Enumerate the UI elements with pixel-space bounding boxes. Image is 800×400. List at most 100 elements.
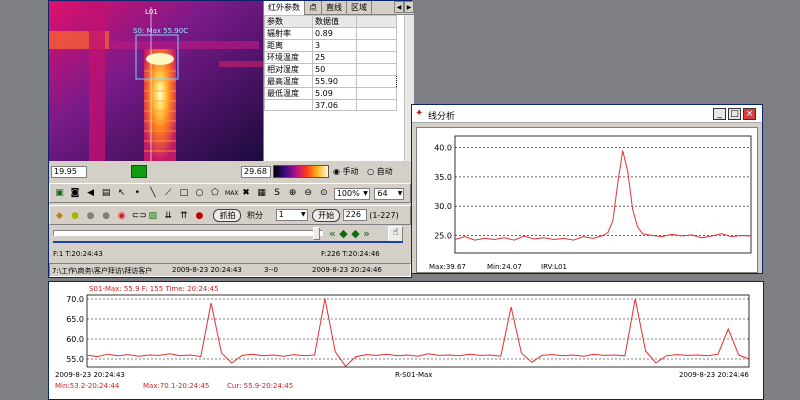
close-icon[interactable]: × xyxy=(743,108,756,120)
param-value[interactable]: 37.06 xyxy=(312,99,357,111)
chevron-down-icon: ▼ xyxy=(397,190,403,197)
palette-max-field[interactable]: 29.68 xyxy=(241,166,271,178)
stats-icon[interactable]: ▦ xyxy=(256,188,267,199)
table-row[interactable]: 37.06 xyxy=(264,99,397,111)
timeline-track[interactable] xyxy=(53,230,323,236)
zoom-value: 100% xyxy=(336,189,360,198)
fast-forward-icon[interactable]: » xyxy=(363,227,370,240)
zoom-in-icon[interactable]: ⊕ xyxy=(287,188,298,199)
integrate-select[interactable]: 1 ▼ xyxy=(275,209,308,221)
integrate-value: 1 xyxy=(278,210,284,219)
table-row[interactable]: 相对湿度 50 xyxy=(264,63,397,76)
params-panel: 红外参数 点 直线 区域 ◀ ▶ 参数 数据值 辐射率 0.89 距离 3 环境温度… xyxy=(263,1,414,161)
palette-min-field[interactable]: 19.95 xyxy=(51,166,87,178)
polyline-tool-icon[interactable]: ⟋ xyxy=(163,188,174,199)
sort-down-icon[interactable]: ⇊ xyxy=(163,211,174,222)
status-bar: 7:\工作\商务\客户拜访\拜访客户 2009-8-23 20:24:43 3-… xyxy=(49,263,411,277)
params-table: 参数 数据值 辐射率 0.89 距离 3 环境温度 25 相对湿度 50 最高温度 55.… xyxy=(264,15,397,111)
speaker-icon[interactable]: ◀ xyxy=(85,188,96,199)
tab-point[interactable]: 点 xyxy=(305,1,322,15)
table-row[interactable]: 最高温度 55.90 xyxy=(264,75,397,88)
tab-area[interactable]: 区域 xyxy=(347,1,372,15)
param-value[interactable]: 0.89 xyxy=(312,27,357,40)
tab-scroll-right-icon[interactable]: ▶ xyxy=(404,1,414,13)
stop-record-icon[interactable]: ● xyxy=(194,211,205,222)
palette-color-swatch[interactable] xyxy=(131,165,147,178)
tab-ir-params[interactable]: 红外参数 xyxy=(264,1,305,15)
play-icon[interactable]: ● xyxy=(101,211,112,222)
line-tool-icon[interactable]: ╲ xyxy=(147,188,158,199)
y-tick-label: 40.0 xyxy=(434,144,452,153)
open-image-icon[interactable]: ▣ xyxy=(54,188,65,199)
palette-gradient-bar[interactable] xyxy=(273,165,329,178)
radio-manual-label[interactable]: 手动 xyxy=(343,167,359,176)
maximize-icon[interactable]: □ xyxy=(728,108,741,120)
chart-icon[interactable]: ▤ xyxy=(101,188,112,199)
ellipse-tool-icon[interactable]: ○ xyxy=(194,188,205,199)
sort-up-icon[interactable]: ⇈ xyxy=(178,211,189,222)
zoom-out-icon[interactable]: ⊖ xyxy=(303,188,314,199)
depth-value: 64 xyxy=(377,189,388,198)
polygon-tool-icon[interactable]: ⬠ xyxy=(209,188,220,199)
table-row[interactable]: 辐射率 0.89 xyxy=(264,27,397,40)
timeline-thumb[interactable] xyxy=(313,227,320,240)
frame-field[interactable]: 226 xyxy=(342,209,367,221)
zoom-select[interactable]: 100% ▼ xyxy=(333,188,370,200)
thermal-viewer-window: L01 S0: Max 55.90C 红外参数 点 直线 区域 ◀ ▶ 参数 数… xyxy=(48,0,414,278)
analysis-titlebar[interactable]: ✦ 线分析 _ □ × xyxy=(412,105,762,123)
params-tabs: 红外参数 点 直线 区域 ◀ ▶ xyxy=(264,1,414,15)
capture-button[interactable]: 抓拍 xyxy=(213,209,242,222)
zoom-fit-icon[interactable]: ⊙ xyxy=(318,188,329,199)
param-name: 最高温度 xyxy=(264,75,313,88)
rewind-icon[interactable]: « xyxy=(329,227,336,240)
max-marker-icon[interactable]: MAX xyxy=(225,188,238,199)
param-name xyxy=(264,99,313,111)
param-value[interactable]: 25 xyxy=(312,51,357,64)
start-button[interactable]: 开始 xyxy=(312,209,341,222)
table-row[interactable]: 距离 3 xyxy=(264,39,397,52)
param-name: 最低温度 xyxy=(264,87,313,100)
frame-range: (1-227) xyxy=(369,211,399,220)
roi-readout: S0: Max 55.90C xyxy=(133,27,189,35)
stop-icon[interactable]: ● xyxy=(85,211,96,222)
table-row[interactable]: 最低温度 5.09 xyxy=(264,87,397,100)
trend-icon[interactable]: ▨ xyxy=(147,211,158,222)
y-tick-label: 55.0 xyxy=(66,355,84,364)
radio-auto-icon[interactable]: ○ xyxy=(367,167,374,176)
radio-manual-icon[interactable]: ◉ xyxy=(333,167,340,176)
param-value[interactable]: 55.90 xyxy=(312,75,357,88)
table-row[interactable]: 环境温度 25 xyxy=(264,51,397,64)
rect-tool-icon[interactable]: □ xyxy=(178,188,189,199)
trend-x-start: 2009-8-23 20:24:43 xyxy=(55,371,125,379)
folder-icon[interactable]: ◆ xyxy=(54,211,65,222)
hand-tool-icon[interactable]: ☝ xyxy=(388,226,403,242)
param-name: 相对湿度 xyxy=(264,63,313,76)
y-tick-label: 25.0 xyxy=(434,231,452,240)
thermal-image[interactable]: L01 S0: Max 55.90C xyxy=(49,1,263,161)
pointer-icon[interactable]: ↖ xyxy=(116,188,127,199)
param-value[interactable]: 50 xyxy=(312,63,357,76)
record-icon[interactable]: ● xyxy=(70,211,81,222)
prev-frame-icon[interactable]: ◆ xyxy=(339,227,347,240)
params-header-value: 数据值 xyxy=(312,15,357,28)
camera-icon[interactable]: ◙ xyxy=(70,188,81,199)
minimize-icon[interactable]: _ xyxy=(713,108,726,120)
tab-scroll-left-icon[interactable]: ◀ xyxy=(394,1,404,13)
palette-row: 19.95 29.68 ◉ 手动 ○ 自动 xyxy=(49,162,411,182)
rec-icon[interactable]: ◉ xyxy=(116,211,127,222)
loop-icon[interactable]: ⊂⊃ xyxy=(132,211,147,222)
analysis-plot-area: 25.0 30.0 35.0 40.0 Max:39.67 Min:24.07 IRV… xyxy=(416,127,758,273)
series-line xyxy=(86,298,750,367)
param-value[interactable]: 3 xyxy=(312,39,357,52)
radio-auto-label[interactable]: 自动 xyxy=(377,167,393,176)
param-name: 辐射率 xyxy=(264,27,313,40)
point-tool-icon[interactable]: • xyxy=(132,188,143,199)
depth-select[interactable]: 64 ▼ xyxy=(374,188,405,200)
y-tick-label: 70.0 xyxy=(66,295,84,304)
next-frame-icon[interactable]: ◆ xyxy=(351,227,359,240)
delete-icon[interactable]: ✖ xyxy=(241,188,252,199)
param-value[interactable]: 5.09 xyxy=(312,87,357,100)
playback-toolbar: ◆ ● ● ● ◉ ⊂⊃ ▨ ⇊ ⇈ ● 抓拍 积分 1 ▼ 开始 226 (1-… xyxy=(49,205,411,225)
s-tool-icon[interactable]: S xyxy=(272,188,283,199)
tab-line[interactable]: 直线 xyxy=(322,1,347,15)
